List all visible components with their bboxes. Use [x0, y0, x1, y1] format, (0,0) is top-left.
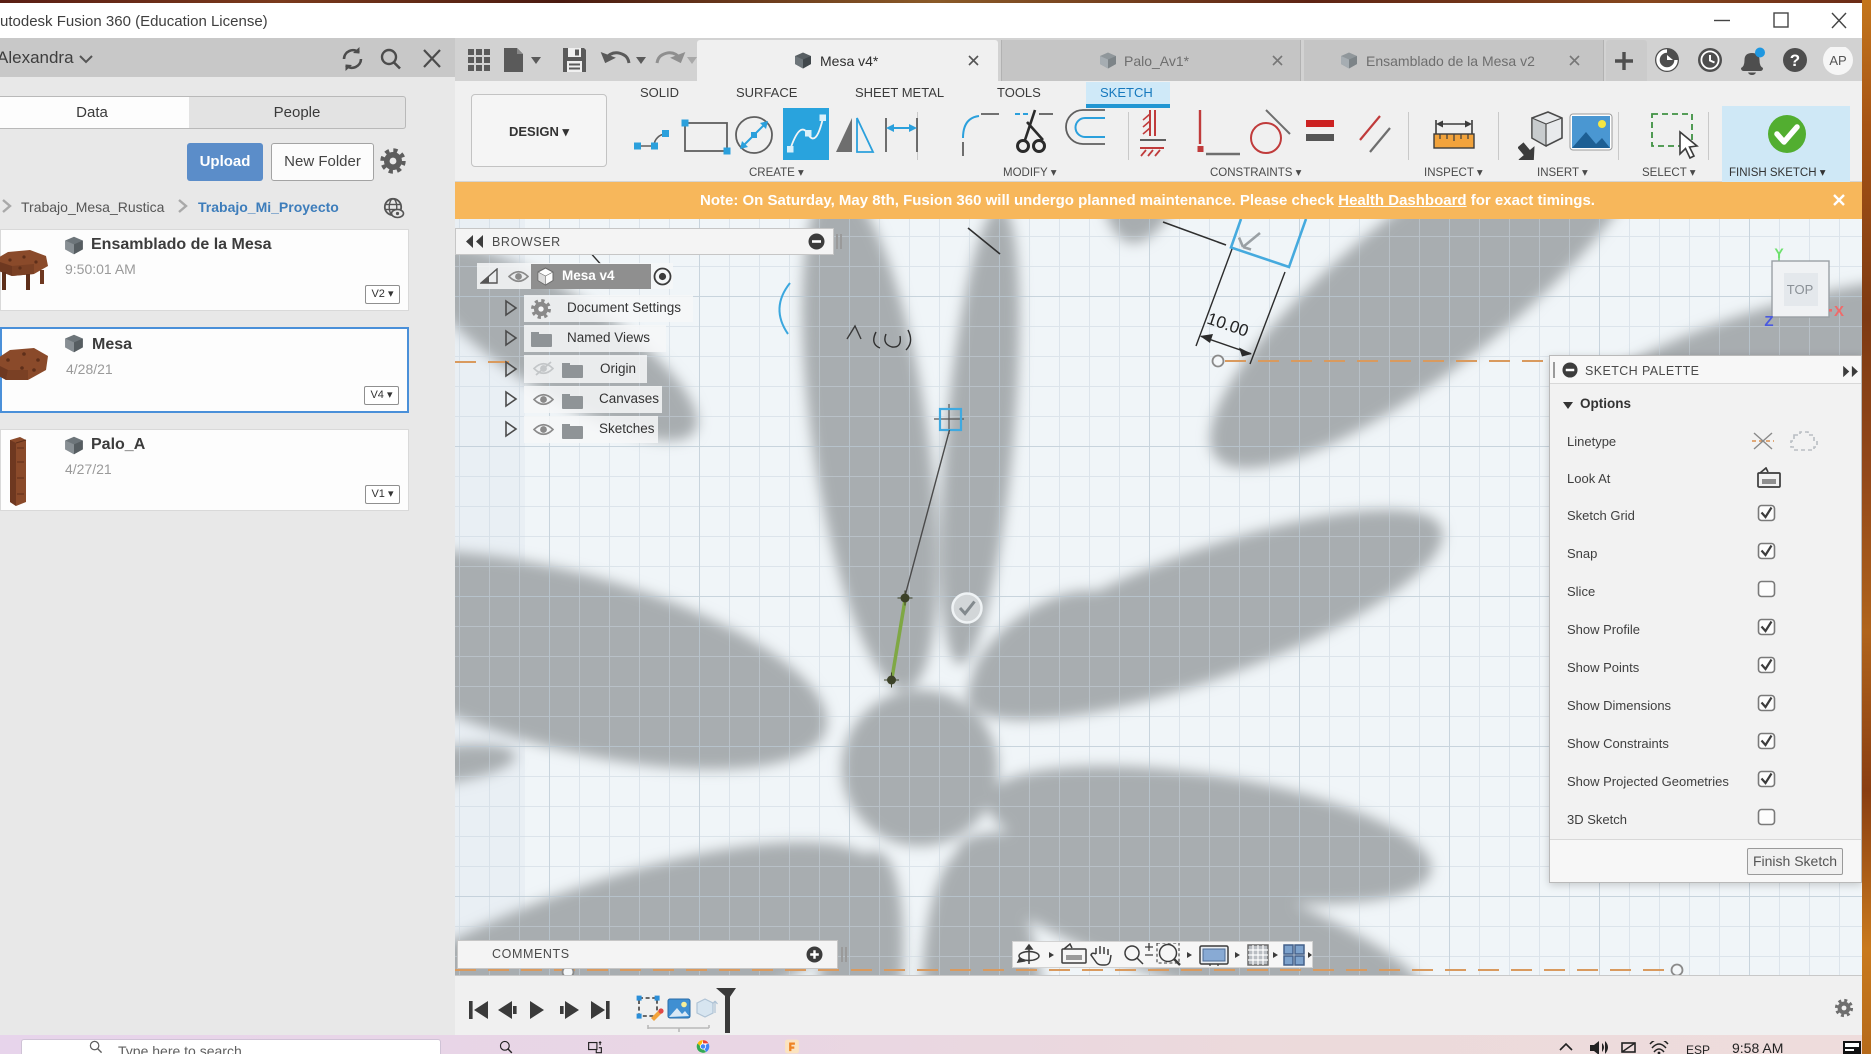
svg-text:X: X	[1834, 303, 1844, 320]
svg-text:AP: AP	[1829, 53, 1846, 68]
svg-text:TOP: TOP	[1787, 282, 1814, 297]
svg-text:Z: Z	[1764, 313, 1773, 330]
svg-text:?: ?	[1790, 51, 1800, 70]
